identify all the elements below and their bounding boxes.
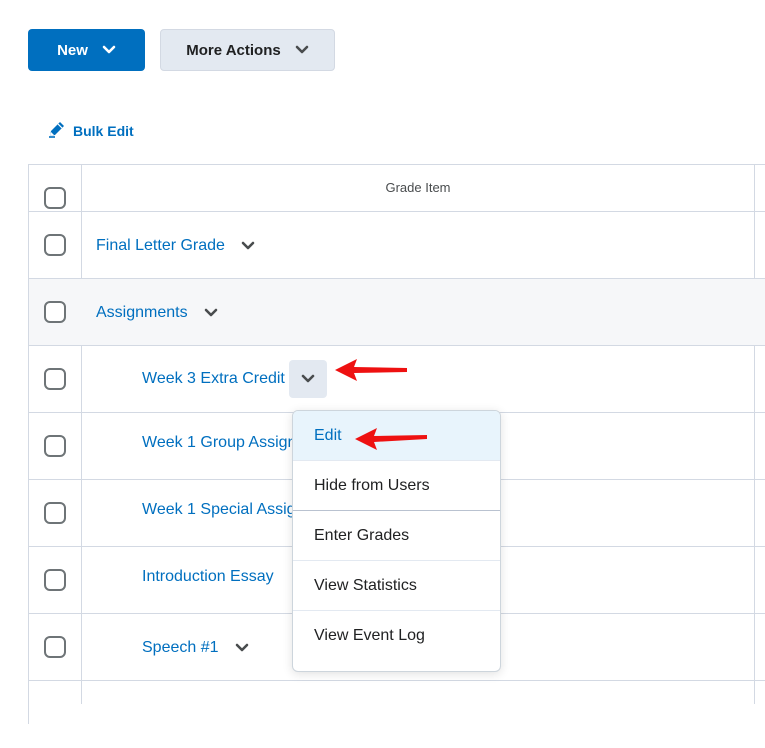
new-button-label: New: [57, 41, 88, 59]
grade-item-link[interactable]: Week 3 Extra Credit: [142, 370, 285, 388]
bulk-edit-label: Bulk Edit: [73, 123, 134, 139]
chevron-down-icon[interactable]: [288, 360, 327, 398]
table-row: Final Letter Grade: [29, 212, 765, 279]
grade-item: Final Letter Grade: [96, 233, 261, 259]
chevron-down-icon[interactable]: [229, 635, 255, 661]
row-checkbox[interactable]: [44, 301, 66, 323]
grade-item: Week 3 Extra Credit: [142, 360, 327, 398]
menu-item-view-statistics[interactable]: View Statistics: [293, 561, 500, 611]
chevron-down-icon: [295, 45, 309, 55]
row-checkbox[interactable]: [44, 234, 66, 256]
row-checkbox[interactable]: [44, 435, 66, 457]
chevron-down-icon[interactable]: [235, 233, 261, 259]
grade-item: Speech #1: [142, 635, 255, 661]
table-row: [29, 681, 765, 748]
red-arrow-icon: [355, 428, 427, 450]
table-header-row: Grade Item: [29, 165, 765, 212]
row-checkbox[interactable]: [44, 502, 66, 524]
grade-item: Introduction Essay: [142, 568, 274, 586]
more-actions-button[interactable]: More Actions: [160, 29, 335, 71]
grade-item-link[interactable]: Speech #1: [142, 639, 219, 657]
select-all-checkbox[interactable]: [44, 187, 66, 209]
chevron-down-icon: [102, 45, 116, 55]
grade-item-link[interactable]: Introduction Essay: [142, 568, 274, 586]
grade-item-column-header: Grade Item: [385, 180, 451, 195]
grade-item-link[interactable]: Final Letter Grade: [96, 237, 225, 255]
row-checkbox[interactable]: [44, 368, 66, 390]
grade-category-link[interactable]: Assignments: [96, 304, 188, 322]
grade-category: Assignments: [96, 300, 224, 326]
table-row: Assignments: [29, 279, 765, 346]
menu-item-enter-grades[interactable]: Enter Grades: [293, 511, 500, 561]
menu-item-view-event-log[interactable]: View Event Log: [293, 611, 500, 661]
chevron-down-icon[interactable]: [198, 300, 224, 326]
menu-item-hide-from-users[interactable]: Hide from Users: [293, 461, 500, 511]
bulk-edit-button[interactable]: Bulk Edit: [47, 120, 134, 142]
red-arrow-icon: [335, 359, 407, 381]
row-checkbox[interactable]: [44, 569, 66, 591]
row-checkbox[interactable]: [44, 636, 66, 658]
new-button[interactable]: New: [28, 29, 145, 71]
pencil-icon: [47, 119, 67, 144]
more-actions-label: More Actions: [186, 41, 281, 59]
